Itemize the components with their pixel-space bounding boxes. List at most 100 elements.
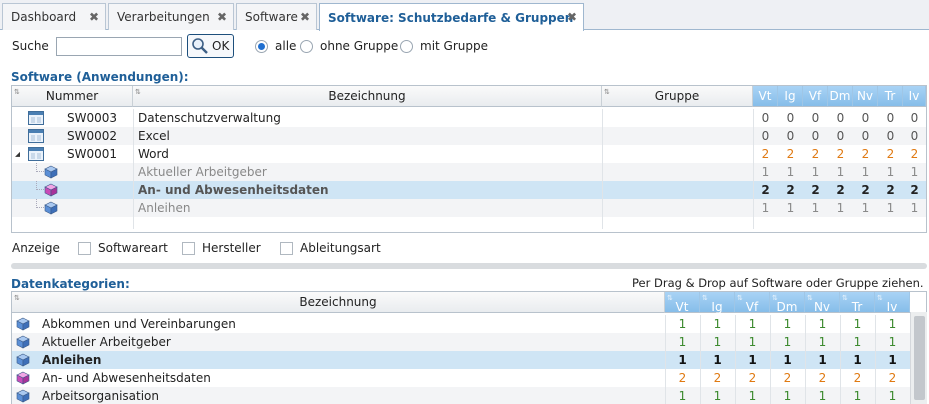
sort-icon: ⇅: [14, 88, 20, 96]
column-divider: [735, 315, 736, 404]
data-category-cube-icon: [16, 317, 30, 331]
anzeige-label: Anzeige: [12, 241, 60, 255]
checkbox-hersteller[interactable]: [182, 242, 195, 255]
scrollbar-thumb[interactable]: [914, 316, 925, 400]
column-header-ig[interactable]: ⇅ Ig: [700, 292, 735, 314]
column-header-iv[interactable]: ⇅ Iv: [875, 292, 910, 314]
column-header-tr[interactable]: ⇅ Tr: [840, 292, 875, 314]
tab-verarbeitungen[interactable]: Verarbeitungen ✖: [108, 3, 234, 30]
tab-schutzbedarfe-gruppen[interactable]: Software: Schutzbedarfe & Gruppen ✖: [319, 3, 584, 31]
datenkategorien-grid-body: Abkommen und Vereinbarungen 1 1 1 1 1 1 1 Aktuel…: [12, 315, 911, 404]
metric-value: 1: [786, 201, 795, 215]
vertical-scrollbar[interactable]: [910, 312, 927, 404]
metric-value: 1: [888, 389, 897, 403]
column-header-vt[interactable]: ⇅ Vt: [665, 292, 700, 314]
checkbox-ableitungsart[interactable]: [280, 242, 293, 255]
metric-value: 1: [818, 317, 827, 331]
software-name: Anleihen: [138, 201, 191, 215]
tab-dashboard[interactable]: Dashboard ✖: [2, 3, 106, 30]
ok-button[interactable]: OK: [187, 34, 234, 58]
table-row[interactable]: ◢ SW0001 Word 2 2 2 2 2 2 2: [12, 145, 926, 163]
expand-toggle-icon[interactable]: ◢: [15, 145, 20, 163]
metric-value: 0: [861, 129, 870, 143]
column-header-nummer[interactable]: ⇅ Nummer: [12, 86, 133, 107]
panel-splitter[interactable]: [11, 263, 927, 269]
metric-value: 1: [836, 201, 845, 215]
table-row[interactable]: Aktueller Arbeitgeber 1 1 1 1 1 1 1: [12, 163, 926, 181]
metric-value: 2: [910, 147, 919, 161]
metric-value: 1: [678, 317, 687, 331]
radio-ohne-gruppe[interactable]: [300, 40, 313, 53]
metric-value: 0: [886, 129, 895, 143]
column-header-label: Dm: [829, 89, 851, 103]
column-header-label: Vf: [745, 299, 759, 314]
search-input[interactable]: [56, 37, 182, 56]
column-header-nv[interactable]: ⇅ Nv: [805, 292, 840, 314]
column-header-bezeichnung[interactable]: ⇅ Bezeichnung: [12, 292, 665, 313]
column-header-ig[interactable]: Ig: [778, 86, 803, 107]
column-header-vf[interactable]: ⇅ Vf: [735, 292, 770, 314]
software-grid: ⇅ Nummer ⇅ Bezeichnung ⇅ Gruppe Vt Ig Vf…: [11, 85, 927, 233]
column-header-vt[interactable]: Vt: [753, 86, 778, 107]
column-header-label: Iv: [886, 299, 898, 314]
metric-value: 1: [761, 165, 770, 179]
search-label: Suche: [12, 39, 49, 53]
data-category-cube-icon: [16, 371, 30, 385]
category-name: Arbeitsorganisation: [42, 389, 159, 403]
metric-value: 2: [783, 371, 792, 385]
list-item[interactable]: An- und Abwesenheitsdaten 2 2 2 2 2 2 2: [12, 369, 910, 387]
metric-value: 1: [713, 335, 722, 349]
column-header-iv[interactable]: Iv: [903, 86, 926, 107]
column-header-nv[interactable]: Nv: [853, 86, 878, 107]
table-row[interactable]: SW0002 Excel 0 0 0 0 0 0 0: [12, 127, 926, 145]
metric-value: 0: [811, 111, 820, 125]
radio-alle[interactable]: [255, 40, 268, 53]
column-divider: [700, 315, 701, 404]
metric-value: 1: [786, 165, 795, 179]
close-icon[interactable]: ✖: [567, 10, 577, 24]
column-divider: [133, 109, 134, 229]
metric-value: 2: [811, 147, 820, 161]
application-window-icon: [28, 111, 44, 125]
list-item[interactable]: Aktueller Arbeitgeber 1 1 1 1 1 1 1: [12, 333, 910, 351]
table-row[interactable]: An- und Abwesenheitsdaten 2 2 2 2 2 2 2: [12, 181, 926, 199]
list-item[interactable]: Anleihen 1 1 1 1 1 1 1: [12, 351, 910, 369]
column-header-gruppe[interactable]: ⇅ Gruppe: [602, 86, 753, 107]
metric-value: 1: [783, 389, 792, 403]
category-name: Anleihen: [42, 353, 102, 367]
close-icon[interactable]: ✖: [300, 10, 310, 24]
tab-label: Software: Schutzbedarfe & Gruppen: [328, 10, 574, 25]
software-name: Word: [138, 147, 169, 161]
column-divider: [753, 109, 754, 229]
metric-value: 1: [678, 353, 687, 367]
metric-value: 1: [748, 353, 757, 367]
list-item[interactable]: Abkommen und Vereinbarungen 1 1 1 1 1 1 1: [12, 315, 910, 333]
column-header-label: Tr: [884, 89, 896, 103]
tab-software[interactable]: Software ✖: [236, 3, 317, 30]
table-row[interactable]: SW0003 Datenschutzverwaltung 0 0 0 0 0 0 0: [12, 109, 926, 127]
metric-value: 1: [678, 389, 687, 403]
metric-value: 1: [888, 353, 897, 367]
close-icon[interactable]: ✖: [89, 10, 99, 24]
checkbox-softwareart[interactable]: [78, 242, 91, 255]
sort-icon: ⇅: [772, 294, 778, 302]
radio-mit-gruppe[interactable]: [400, 40, 413, 53]
close-icon[interactable]: ✖: [217, 10, 227, 24]
metric-value: 1: [761, 201, 770, 215]
table-row[interactable]: Anleihen 1 1 1 1 1 1 1: [12, 199, 926, 217]
column-header-label: Tr: [851, 299, 863, 314]
column-header-dm[interactable]: ⇅ Dm: [770, 292, 805, 314]
column-header-bezeichnung[interactable]: ⇅ Bezeichnung: [133, 86, 602, 107]
column-header-vf[interactable]: Vf: [803, 86, 828, 107]
metric-value: 2: [786, 147, 795, 161]
software-section-title: Software (Anwendungen):: [11, 70, 189, 84]
software-number: SW0001: [67, 147, 118, 161]
metric-value: 1: [811, 165, 820, 179]
data-category-cube-icon: [44, 183, 58, 197]
list-item[interactable]: Arbeitsorganisation 1 1 1 1 1 1 1: [12, 387, 910, 404]
metric-value: 0: [811, 129, 820, 143]
column-header-dm[interactable]: Dm: [828, 86, 853, 107]
metric-value: 1: [811, 201, 820, 215]
column-header-tr[interactable]: Tr: [878, 86, 903, 107]
software-grid-body: SW0003 Datenschutzverwaltung 0 0 0 0 0 0 0 SW0002…: [12, 109, 926, 229]
